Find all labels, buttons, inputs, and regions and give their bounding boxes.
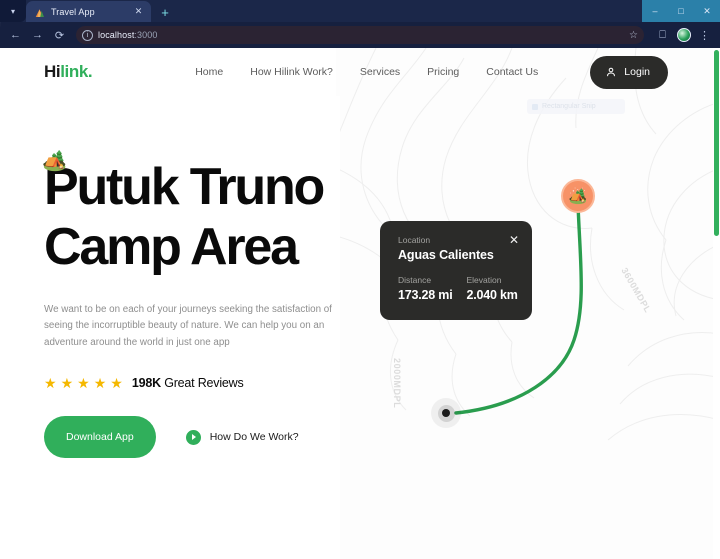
profile-globe-icon[interactable]: [674, 26, 693, 45]
url-host: localhost: [98, 30, 135, 40]
card-stats: Distance 173.28 mi Elevation 2.040 km: [398, 275, 518, 302]
window-close-button[interactable]: ✕: [694, 0, 720, 22]
location-label: Location: [398, 235, 431, 245]
reviews-count: 198K: [131, 376, 161, 391]
cta-row: Download App How Do We Work?: [44, 416, 340, 459]
browser-titlebar: ▾ Travel App ✕ + – □ ✕: [0, 0, 720, 22]
browser-tab[interactable]: Travel App ✕: [26, 1, 151, 22]
logo-primary: Hi: [44, 62, 61, 81]
maximize-button[interactable]: □: [668, 0, 694, 22]
reload-icon[interactable]: ⟳: [50, 26, 69, 45]
user-icon: [605, 66, 617, 78]
logo-accent: link.: [60, 62, 93, 81]
map-panel[interactable]: 3600MDPL 2000MDPL 🏕️ ✕ Location Aguas Ca…: [336, 48, 720, 559]
more-vertical-icon[interactable]: ⋮: [695, 26, 714, 45]
distance-stat: Distance 173.28 mi: [398, 275, 453, 302]
camping-emoji-icon: 🏕️: [42, 150, 67, 172]
hero-description: We want to be on each of your journeys s…: [44, 303, 332, 349]
reviews-label: Great Reviews: [164, 376, 244, 391]
location-value: Aguas Calientes: [398, 248, 494, 262]
page-title: Putuk Truno Camp Area: [44, 158, 325, 276]
nav-item-home[interactable]: Home: [195, 66, 223, 78]
star-icon: ★: [60, 375, 74, 392]
nav-item-services[interactable]: Services: [360, 66, 400, 78]
star-rating: ★ ★ ★ ★ ★: [44, 376, 123, 390]
camping-marker-icon[interactable]: 🏕️: [561, 179, 595, 213]
elevation-stat: Elevation 2.040 km: [467, 275, 518, 302]
snip-label: Rectangular Snip: [542, 103, 596, 110]
nav-item-contact-us[interactable]: Contact Us: [486, 66, 538, 78]
snip-chip-icon: [532, 103, 538, 110]
nav-item-pricing[interactable]: Pricing: [427, 66, 459, 78]
page-scrollbar[interactable]: [713, 48, 720, 559]
reviews-row: ★ ★ ★ ★ ★ 198K Great Reviews: [44, 376, 340, 390]
toolbar-right-group: ⎕ ⋮: [653, 26, 714, 45]
elevation-value: 2.040 km: [466, 288, 518, 302]
camping-favicon-icon: [34, 6, 45, 17]
split-screen-icon[interactable]: ⎕: [653, 26, 672, 45]
page-viewport: 3600MDPL 2000MDPL 🏕️ ✕ Location Aguas Ca…: [0, 48, 720, 559]
hero-section: 🏕️ Putuk Truno Camp Area We want to be o…: [0, 96, 340, 559]
elevation-label: Elevation: [466, 275, 502, 285]
card-close-icon[interactable]: ✕: [508, 234, 520, 246]
star-icon[interactable]: ☆: [629, 30, 638, 41]
scrollbar-thumb[interactable]: [714, 50, 719, 236]
tab-title: Travel App: [51, 6, 95, 17]
nav-links: Home How Hilink Work? Services Pricing C…: [195, 66, 538, 78]
login-button[interactable]: Login: [590, 55, 668, 89]
distance-value: 173.28 mi: [398, 288, 453, 302]
play-circle-icon[interactable]: [185, 429, 201, 445]
tab-list-chevron-icon[interactable]: ▾: [0, 0, 26, 22]
site-navbar: Hilink. Home How Hilink Work? Services P…: [0, 48, 720, 96]
star-icon: ★: [44, 375, 57, 392]
download-app-button[interactable]: Download App: [44, 416, 156, 459]
star-icon: ★: [110, 375, 123, 392]
contour-label-2000: 2000MDPL: [392, 358, 402, 409]
login-label: Login: [624, 66, 650, 78]
info-icon[interactable]: i: [82, 29, 93, 41]
minimize-button[interactable]: –: [642, 0, 668, 22]
star-icon: ★: [93, 375, 107, 392]
star-icon: ★: [77, 375, 90, 392]
reviews-text: 198K Great Reviews: [132, 376, 244, 390]
location-info-card[interactable]: ✕ Location Aguas Calientes Distance 173.…: [380, 221, 532, 320]
browser-toolbar: ← → ⟳ i localhost:3000 ☆ ⎕ ⋮: [0, 22, 720, 48]
site-logo[interactable]: Hilink.: [44, 62, 93, 82]
url-text: localhost:3000: [98, 30, 157, 40]
new-tab-button[interactable]: +: [155, 2, 175, 22]
distance-label: Distance: [398, 275, 432, 285]
address-bar[interactable]: i localhost:3000 ☆: [76, 26, 644, 44]
tab-close-icon[interactable]: ✕: [132, 5, 145, 18]
how-do-we-work-label: How Do We Work?: [209, 431, 299, 444]
how-do-we-work-link[interactable]: How Do We Work?: [185, 429, 299, 445]
start-point-icon[interactable]: [431, 398, 461, 428]
arrow-right-icon[interactable]: →: [28, 26, 47, 45]
browser-window: ▾ Travel App ✕ + – □ ✕ ← → ⟳ i localhost…: [0, 0, 720, 559]
arrow-left-icon[interactable]: ←: [6, 26, 25, 45]
url-port: :3000: [134, 30, 158, 40]
window-controls: – □ ✕: [642, 0, 720, 22]
nav-item-how-hilink-work[interactable]: How Hilink Work?: [250, 66, 333, 78]
rectangular-snip-overlay: Rectangular Snip: [527, 99, 625, 114]
